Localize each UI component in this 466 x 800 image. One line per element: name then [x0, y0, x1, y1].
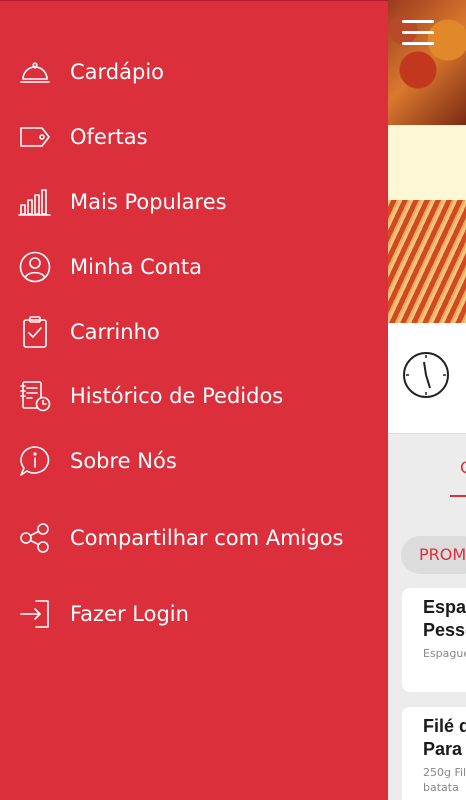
order-history-icon: [18, 379, 52, 413]
menu-item-label: Cardápio: [70, 60, 165, 84]
menu-item-label: Sobre Nós: [70, 449, 177, 473]
product-title-line2: Para: [423, 739, 463, 759]
menu-item-ofertas[interactable]: Ofertas: [0, 106, 388, 168]
product-card[interactable]: Filé d Para 250g Fil batata: [402, 707, 466, 800]
menu-item-compartilhar[interactable]: Compartilhar com Amigos: [0, 507, 388, 569]
hamburger-menu-icon[interactable]: [402, 20, 434, 48]
user-icon: [18, 250, 52, 284]
navigation-drawer: Cardápio Ofertas Mais Populares Minha Co…: [0, 0, 388, 800]
product-subtitle-line2: batata: [423, 781, 459, 794]
cloche-icon: [18, 55, 52, 89]
login-icon: [18, 597, 52, 631]
clipboard-check-icon: [18, 315, 52, 349]
product-subtitle: Espaguete: [423, 647, 466, 660]
product-title-line2: Pesso: [423, 620, 466, 640]
menu-item-sobre-nos[interactable]: Sobre Nós: [0, 430, 388, 492]
menu-item-carrinho[interactable]: Carrinho: [0, 301, 388, 363]
menu-item-mais-populares[interactable]: Mais Populares: [0, 171, 388, 233]
bar-chart-icon: [18, 185, 52, 219]
share-icon: [18, 521, 52, 555]
banner-strip: [388, 125, 466, 200]
tab-indicator: [450, 495, 466, 497]
menu-item-label: Ofertas: [70, 125, 148, 149]
menu-item-label: Mais Populares: [70, 190, 227, 214]
menu-item-label: Carrinho: [70, 320, 160, 344]
product-title-line1: Espag: [423, 597, 466, 617]
product-card[interactable]: Espag Pesso Espaguete: [402, 588, 466, 692]
spaghetti-image: [388, 200, 466, 323]
product-title-line1: Filé d: [423, 716, 466, 736]
info-bubble-icon: [18, 444, 52, 478]
menu-item-label: Fazer Login: [70, 602, 189, 626]
menu-item-minha-conta[interactable]: Minha Conta: [0, 236, 388, 298]
menu-item-historico-de-pedidos[interactable]: Histórico de Pedidos: [0, 365, 388, 427]
hours-panel: [388, 323, 466, 434]
food-banner-image: [388, 0, 466, 125]
menu-item-cardapio[interactable]: Cardápio: [0, 41, 388, 103]
menu-item-label: Compartilhar com Amigos: [70, 526, 344, 550]
promo-chip[interactable]: PROMO: [401, 536, 466, 574]
tab-partial-label[interactable]: O: [460, 458, 466, 477]
product-subtitle-line1: 250g Fil: [423, 766, 466, 779]
menu-item-label: Minha Conta: [70, 255, 203, 279]
app-main-screen: O PROMO Espag Pesso Espaguete Filé d Par…: [388, 0, 466, 800]
menu-item-label: Histórico de Pedidos: [70, 384, 284, 408]
tag-icon: [18, 120, 52, 154]
menu-item-fazer-login[interactable]: Fazer Login: [0, 583, 388, 645]
clock-icon: [403, 352, 449, 398]
